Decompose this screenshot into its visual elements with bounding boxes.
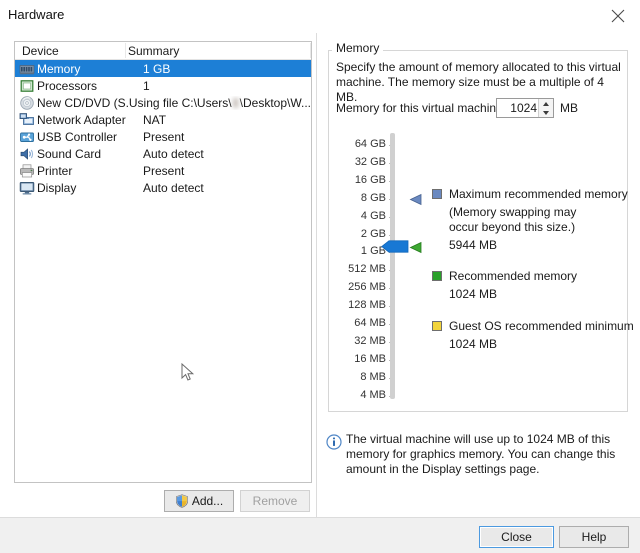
memory-slider-track[interactable]: [390, 133, 395, 399]
device-name: New CD/DVD (S...: [37, 96, 129, 110]
add-button[interactable]: Add...: [164, 490, 234, 512]
memory-value-input[interactable]: 1024: [496, 98, 554, 118]
scale-tick-label: 8 MB: [360, 371, 386, 383]
device-row-network-adapter[interactable]: Network AdapterNAT: [15, 111, 311, 128]
scale-tick-label: 128 MB: [348, 299, 386, 311]
usb-controller-icon: [19, 129, 35, 145]
printer-icon: [19, 163, 35, 179]
scale-tick-label: 8 GB: [361, 192, 386, 204]
memory-info-text: The virtual machine will use up to 1024 …: [346, 432, 632, 477]
device-summary: 1 GB: [143, 62, 311, 76]
device-summary: Present: [143, 164, 311, 178]
legend-note-line: occur beyond this size.): [449, 220, 575, 235]
scale-tick-label: 512 MB: [348, 263, 386, 275]
device-name: Sound Card: [37, 147, 143, 161]
device-list[interactable]: Device Summary Memory1 GBProcessors1New …: [14, 41, 312, 483]
device-name: Network Adapter: [37, 113, 143, 127]
scale-tick-label: 256 MB: [348, 281, 386, 293]
device-summary: Using file C:\Users\ \Desktop\W...: [129, 96, 311, 110]
cd-dvd-icon: [19, 95, 35, 111]
network-adapter-icon: [19, 112, 35, 128]
header-divider: [310, 43, 311, 58]
legend-swatch-icon: [432, 321, 442, 331]
device-row-processors[interactable]: Processors1: [15, 77, 311, 94]
recommended-memory-marker-icon: [409, 241, 422, 254]
scale-tick-label: 32 GB: [355, 156, 386, 168]
title-bar: Hardware: [0, 0, 640, 32]
device-rows: Memory1 GBProcessors1New CD/DVD (S...Usi…: [15, 60, 311, 196]
device-summary: NAT: [143, 113, 311, 127]
device-name: Processors: [37, 79, 143, 93]
add-button-label: Add...: [192, 494, 223, 508]
info-icon: [326, 434, 342, 450]
device-summary: Present: [143, 130, 311, 144]
legend-title: Maximum recommended memory: [449, 187, 628, 201]
spinner-up-icon[interactable]: [539, 99, 553, 108]
display-icon: [19, 180, 35, 196]
scale-tick-label: 4 GB: [361, 210, 386, 222]
device-summary: Auto detect: [143, 181, 311, 195]
device-summary-prefix: Using file C:\Users\: [129, 96, 232, 110]
device-row-display[interactable]: DisplayAuto detect: [15, 179, 311, 196]
device-summary: Auto detect: [143, 147, 311, 161]
device-name: Printer: [37, 164, 143, 178]
maximum-memory-marker-icon: [409, 193, 422, 206]
scale-tick-label: 32 MB: [354, 335, 386, 347]
legend-swatch-icon: [432, 271, 442, 281]
device-row-printer[interactable]: PrinterPresent: [15, 162, 311, 179]
device-row-sound-card[interactable]: Sound CardAuto detect: [15, 145, 311, 162]
help-button-label: Help: [582, 530, 607, 544]
legend-swatch-icon: [432, 189, 442, 199]
window-title: Hardware: [8, 7, 64, 22]
device-summary-suffix: \Desktop\W...: [240, 96, 311, 110]
scale-tick-label: 4 MB: [360, 389, 386, 401]
header-divider: [125, 43, 126, 58]
close-icon[interactable]: [595, 0, 640, 31]
memory-spinner[interactable]: [538, 99, 553, 117]
device-row-usb-controller[interactable]: USB ControllerPresent: [15, 128, 311, 145]
remove-button-label: Remove: [253, 494, 298, 508]
legend-value: 1024 MB: [449, 337, 497, 352]
panel-divider: [316, 33, 317, 517]
close-button-label: Close: [501, 530, 532, 544]
help-button[interactable]: Help: [559, 526, 629, 548]
device-name: Memory: [37, 62, 143, 76]
processor-icon: [19, 78, 35, 94]
mouse-cursor: [181, 363, 195, 383]
device-row-memory[interactable]: Memory1 GB: [15, 60, 311, 77]
device-list-header: Device Summary: [15, 42, 311, 60]
memory-scale: 64 GB32 GB16 GB8 GB4 GB2 GB1 GB512 MB256…: [336, 132, 396, 400]
memory-field-label: Memory for this virtual machine:: [336, 101, 506, 115]
column-header-device[interactable]: Device: [22, 44, 59, 58]
device-name: Display: [37, 181, 143, 195]
column-header-summary[interactable]: Summary: [128, 44, 179, 58]
device-summary: 1: [143, 79, 311, 93]
scale-tick-label: 64 GB: [355, 138, 386, 150]
scale-tick-label: 16 MB: [354, 353, 386, 365]
memory-value-text: 1024: [510, 101, 537, 115]
memory-description: Specify the amount of memory allocated t…: [336, 60, 626, 105]
memory-icon: [19, 61, 35, 77]
scale-tick-label: 2 GB: [361, 228, 386, 240]
sound-card-icon: [19, 146, 35, 162]
legend-title: Guest OS recommended minimum: [449, 319, 634, 333]
scale-tick-label: 64 MB: [354, 317, 386, 329]
redacted-username: [233, 98, 239, 108]
scale-tick-label: 16 GB: [355, 174, 386, 186]
legend-value: 1024 MB: [449, 287, 497, 302]
spinner-down-icon[interactable]: [539, 108, 553, 117]
legend-note-line: (Memory swapping may: [449, 205, 576, 220]
device-row-new-cd-dvd-s[interactable]: New CD/DVD (S...Using file C:\Users\ \Des…: [15, 94, 311, 111]
device-name: USB Controller: [37, 130, 143, 144]
uac-shield-icon: [175, 494, 189, 508]
legend-value: 5944 MB: [449, 238, 497, 253]
memory-unit-label: MB: [560, 101, 578, 115]
close-button[interactable]: Close: [479, 526, 554, 548]
memory-slider-thumb[interactable]: [381, 240, 409, 253]
remove-button[interactable]: Remove: [240, 490, 310, 512]
legend-title: Recommended memory: [449, 269, 577, 283]
memory-group-title: Memory: [332, 41, 383, 55]
